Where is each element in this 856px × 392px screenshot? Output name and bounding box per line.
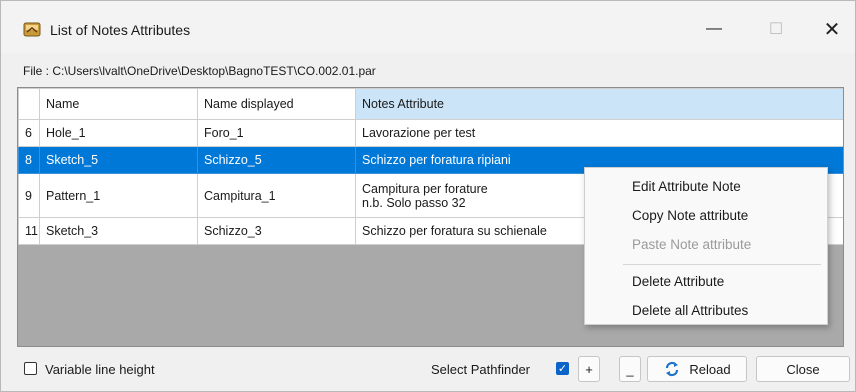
column-header-name[interactable]: Name: [39, 88, 198, 120]
reload-icon: [666, 361, 679, 377]
table-header-row: Name Name displayed Notes Attribute: [18, 88, 843, 120]
file-path-label: File : C:\Users\lvalt\OneDrive\Desktop\B…: [23, 64, 376, 78]
select-pathfinder-checkbox[interactable]: ✓: [556, 362, 569, 375]
menu-item-paste-note-attribute: Paste Note attribute: [632, 237, 752, 252]
reload-label: Reload: [689, 361, 731, 377]
menu-item-delete-all-attributes[interactable]: Delete all Attributes: [632, 303, 748, 318]
title-bar[interactable]: List of Notes Attributes — ☐ ✕: [1, 1, 855, 53]
note-line-1: Campitura per forature: [362, 181, 488, 196]
menu-item-edit-attribute-note[interactable]: Edit Attribute Note: [632, 179, 741, 194]
variable-line-height-checkbox[interactable]: [24, 362, 37, 375]
reload-button[interactable]: Reload: [647, 356, 747, 382]
menu-separator: [623, 264, 821, 265]
cell-name[interactable]: Hole_1: [39, 119, 198, 147]
window-title: List of Notes Attributes: [50, 22, 191, 38]
cell-name[interactable]: Sketch_5: [39, 146, 198, 174]
note-line-2: n.b. Solo passo 32: [362, 195, 466, 210]
remove-button[interactable]: _: [619, 356, 641, 382]
notes-app-icon: [23, 22, 41, 37]
notes-attributes-window: List of Notes Attributes — ☐ ✕ File : C:…: [0, 0, 856, 392]
column-header-name-displayed[interactable]: Name displayed: [197, 88, 356, 120]
variable-line-height-label[interactable]: Variable line height: [45, 362, 155, 377]
cell-name[interactable]: Sketch_3: [39, 217, 198, 245]
close-window-button[interactable]: ✕: [809, 13, 855, 45]
cell-name[interactable]: Pattern_1: [39, 173, 198, 218]
cell-name-displayed[interactable]: Schizzo_3: [197, 217, 356, 245]
table-row[interactable]: 6 Hole_1 Foro_1 Lavorazione per test: [18, 119, 843, 147]
column-header-index[interactable]: [18, 88, 40, 120]
cell-index[interactable]: 11: [18, 217, 40, 245]
close-button[interactable]: Close: [756, 356, 850, 382]
cell-name-displayed[interactable]: Campitura_1: [197, 173, 356, 218]
cell-index[interactable]: 8: [18, 146, 40, 174]
minimize-button[interactable]: —: [691, 13, 737, 45]
cell-index[interactable]: 6: [18, 119, 40, 147]
maximize-button[interactable]: ☐: [753, 13, 799, 45]
cell-name-displayed[interactable]: Schizzo_5: [197, 146, 356, 174]
column-header-notes-attribute[interactable]: Notes Attribute: [355, 88, 843, 120]
checkmark-icon: ✓: [557, 363, 568, 375]
cell-notes-attribute[interactable]: Lavorazione per test: [355, 119, 843, 147]
context-menu: Edit Attribute Note Copy Note attribute …: [584, 167, 828, 325]
menu-item-delete-attribute[interactable]: Delete Attribute: [632, 274, 724, 289]
cell-name-displayed[interactable]: Foro_1: [197, 119, 356, 147]
menu-item-copy-note-attribute[interactable]: Copy Note attribute: [632, 208, 748, 223]
select-pathfinder-label[interactable]: Select Pathfinder: [431, 362, 530, 377]
add-button[interactable]: +: [578, 356, 600, 382]
cell-index[interactable]: 9: [18, 173, 40, 218]
